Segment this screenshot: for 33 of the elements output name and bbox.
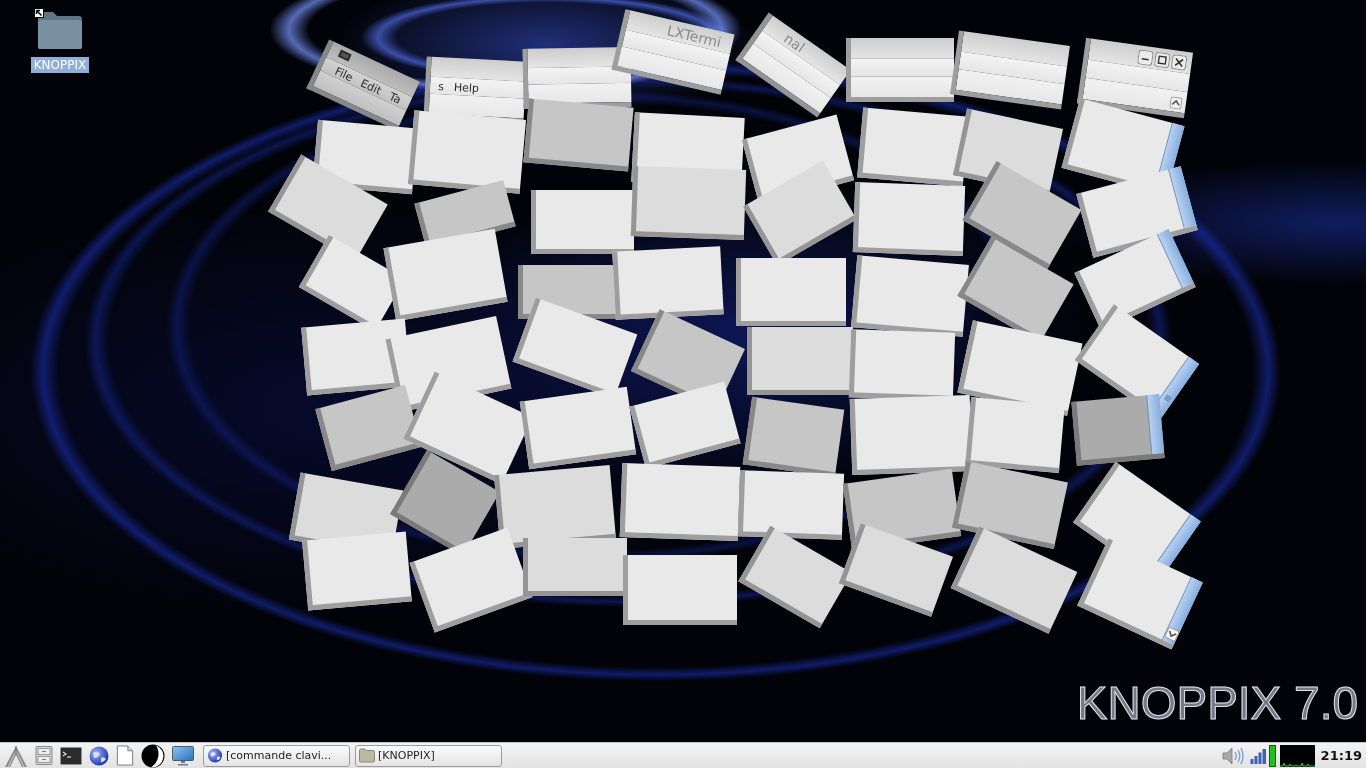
- signal-icon[interactable]: [1249, 747, 1267, 764]
- clock[interactable]: 21:19: [1320, 748, 1362, 763]
- menu-item[interactable]: File: [332, 64, 355, 86]
- folder-icon[interactable]: [37, 10, 83, 50]
- cpu-graph: [1279, 744, 1315, 767]
- taskbar-button[interactable]: [KNOPPIX]: [355, 744, 502, 767]
- file-cabinet-icon[interactable]: [35, 745, 53, 766]
- menu-item[interactable]: s: [437, 80, 445, 95]
- menu-item[interactable]: Help: [453, 81, 480, 97]
- meter-icon: [1268, 744, 1276, 767]
- start-menu-icon[interactable]: [4, 743, 28, 768]
- window-title: LXTermi: [665, 22, 723, 51]
- wallpaper-text: KNOPPIX 7.0: [1076, 678, 1358, 728]
- monitor-icon[interactable]: [172, 745, 194, 766]
- maximize-icon[interactable]: [1153, 51, 1171, 69]
- terminal-icon[interactable]: [60, 745, 82, 766]
- volume-icon[interactable]: [1221, 745, 1245, 766]
- folder-icon: [359, 748, 375, 763]
- terminal-icon: [337, 49, 352, 62]
- close-icon[interactable]: [1170, 54, 1188, 71]
- scroll-down-icon[interactable]: [1164, 626, 1180, 643]
- globe-icon: [207, 748, 223, 763]
- window-title: nal: [781, 30, 808, 56]
- grip-icon: [1162, 392, 1174, 404]
- menu-item[interactable]: Ta: [386, 89, 403, 108]
- globe-icon[interactable]: [89, 745, 109, 766]
- document-icon[interactable]: [116, 745, 134, 766]
- menu-item[interactable]: Edit: [358, 76, 384, 99]
- scroll-up-icon[interactable]: [1169, 96, 1183, 110]
- taskbar-button[interactable]: [commande clavi...: [203, 744, 350, 767]
- half-circle-icon[interactable]: [141, 743, 165, 768]
- minimize-icon[interactable]: [1136, 49, 1154, 67]
- link-arrow-icon: [34, 8, 44, 18]
